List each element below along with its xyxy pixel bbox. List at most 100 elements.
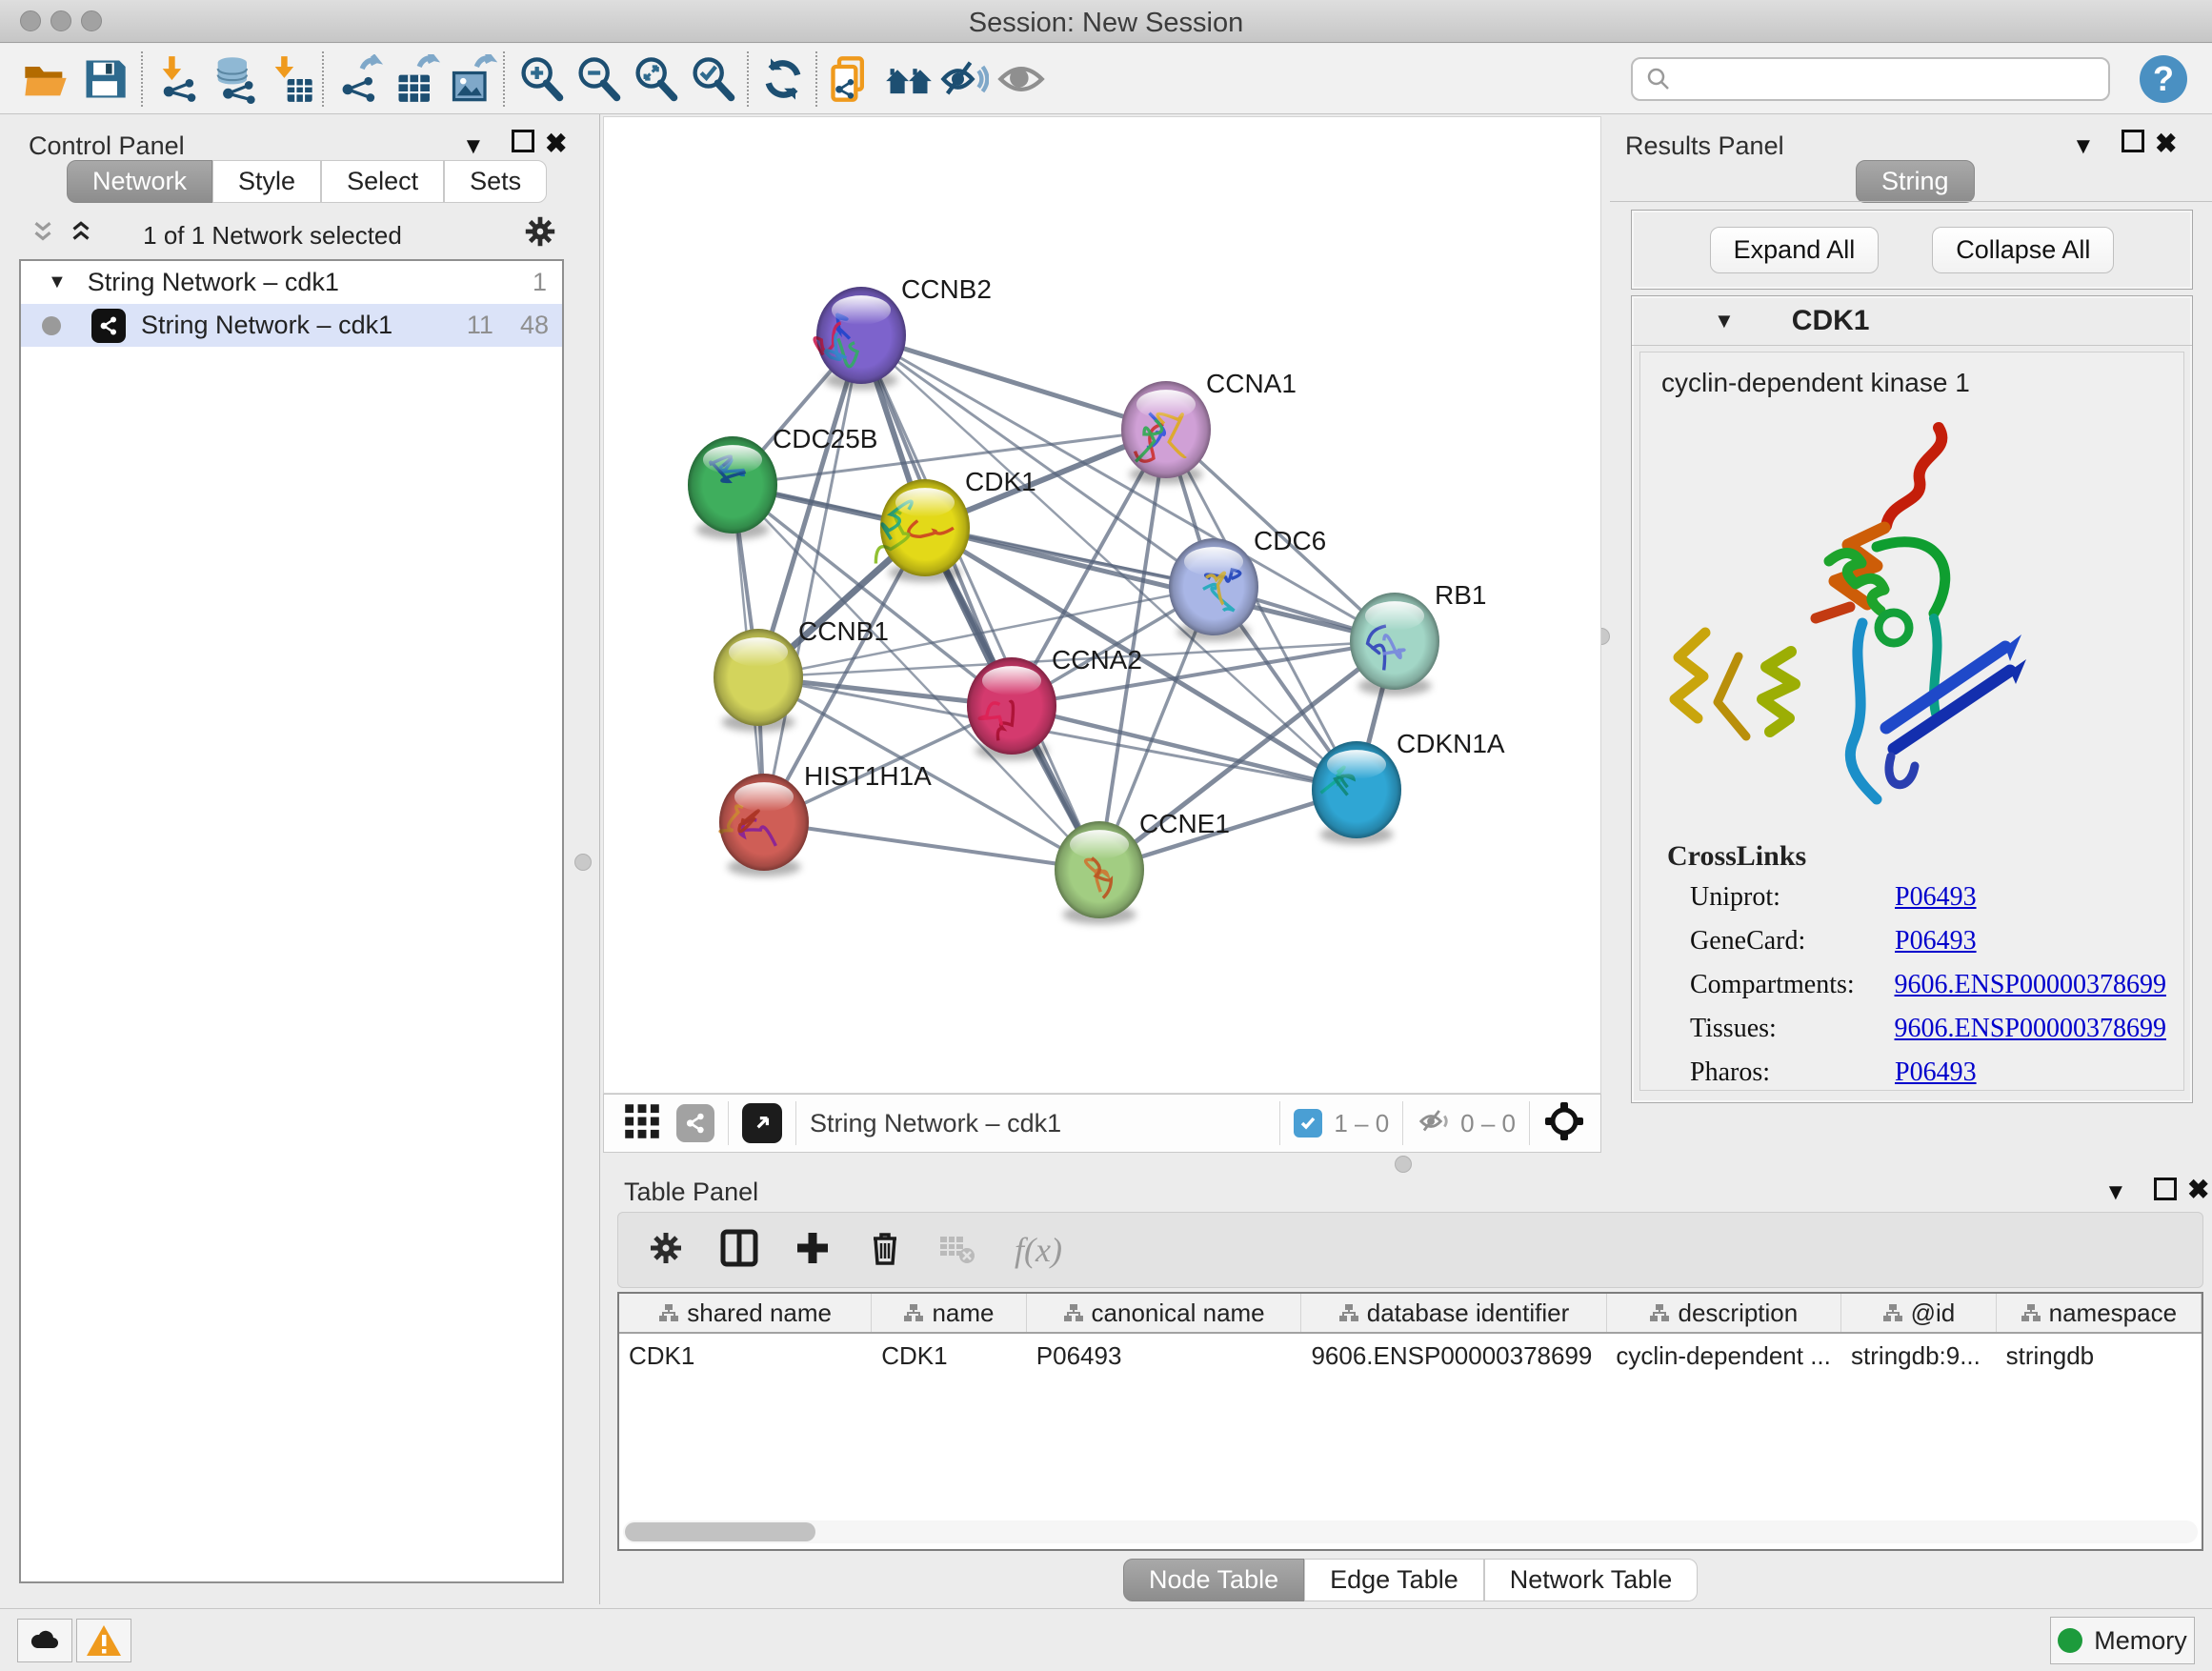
edge-CCNB2-CCNA1[interactable] bbox=[861, 335, 1166, 430]
selected-checkbox-icon[interactable] bbox=[1294, 1109, 1322, 1137]
table-cell[interactable]: 9606.ENSP00000378699 bbox=[1301, 1334, 1606, 1378]
import-network-database-icon[interactable] bbox=[210, 54, 259, 104]
crosslink-label: Compartments: bbox=[1690, 970, 1895, 1000]
export-image-icon[interactable] bbox=[448, 54, 497, 104]
save-session-icon[interactable] bbox=[80, 54, 130, 104]
control-panel-collapse-icon[interactable]: ▼ bbox=[462, 133, 485, 160]
table-scrollbar-thumb[interactable] bbox=[625, 1522, 815, 1541]
create-column-plus-icon[interactable] bbox=[794, 1229, 832, 1272]
show-columns-icon[interactable] bbox=[719, 1228, 759, 1273]
share-view-icon[interactable] bbox=[676, 1104, 714, 1142]
tab-network[interactable]: Network bbox=[67, 160, 212, 203]
table-panel-close-icon[interactable]: ✖ bbox=[2187, 1174, 2209, 1205]
expand-collapse-box: Expand All Collapse All bbox=[1631, 210, 2193, 290]
table-cell[interactable]: P06493 bbox=[1027, 1334, 1302, 1378]
tab-style[interactable]: Style bbox=[212, 160, 321, 203]
node-table-row[interactable]: CDK1CDK1P064939606.ENSP00000378699cyclin… bbox=[619, 1334, 2202, 1378]
column-header-namespace[interactable]: namespace bbox=[1997, 1294, 2202, 1332]
node-label-CCNB1: CCNB1 bbox=[798, 616, 889, 646]
column-header-canonical-name[interactable]: canonical name bbox=[1027, 1294, 1302, 1332]
node-RB1[interactable] bbox=[1350, 593, 1439, 695]
birdseye-view-icon[interactable] bbox=[742, 1103, 782, 1143]
results-panel-close-icon[interactable]: ✖ bbox=[2155, 128, 2177, 159]
zoom-out-icon[interactable] bbox=[573, 54, 623, 104]
hidden-eye-icon[interactable] bbox=[1417, 1103, 1453, 1144]
help-button[interactable]: ? bbox=[2140, 55, 2187, 103]
node-CDC25B[interactable] bbox=[688, 436, 777, 539]
network-options-gear-icon[interactable] bbox=[522, 213, 558, 254]
refresh-icon[interactable] bbox=[758, 54, 808, 104]
protein-network-graph[interactable]: CCNB2CCNA1CDC25BCDK1CDC6RB1CCNB1CCNA2CDK… bbox=[604, 117, 1600, 1093]
table-panel-float-icon[interactable] bbox=[2154, 1178, 2177, 1200]
open-session-icon[interactable] bbox=[21, 54, 70, 104]
memory-button[interactable]: Memory bbox=[2050, 1617, 2195, 1664]
crosslink-link[interactable]: 9606.ENSP00000378699 bbox=[1895, 970, 2166, 1000]
tree-expand-icon[interactable]: ▼ bbox=[48, 272, 67, 293]
table-panel-collapse-icon[interactable]: ▼ bbox=[2104, 1179, 2127, 1206]
tab-select[interactable]: Select bbox=[321, 160, 444, 203]
delete-column-trash-icon[interactable] bbox=[866, 1229, 904, 1272]
warning-status-button[interactable] bbox=[76, 1619, 131, 1662]
control-panel-close-icon[interactable]: ✖ bbox=[545, 128, 567, 159]
crosslink-link[interactable]: P06493 bbox=[1895, 1057, 1977, 1088]
zoom-in-icon[interactable] bbox=[516, 54, 566, 104]
export-network-icon[interactable] bbox=[335, 54, 385, 104]
table-cell[interactable]: stringdb:9... bbox=[1841, 1334, 1997, 1378]
control-panel-float-icon[interactable] bbox=[512, 130, 534, 152]
node-CDC6[interactable] bbox=[1169, 538, 1258, 641]
column-header-description[interactable]: description bbox=[1607, 1294, 1842, 1332]
table-cell[interactable]: stringdb bbox=[1997, 1334, 2202, 1378]
network-row-selected[interactable]: String Network – cdk1 11 48 bbox=[21, 304, 562, 347]
node-HIST1H1A[interactable] bbox=[719, 774, 809, 876]
left-splitter-handle[interactable] bbox=[574, 854, 592, 871]
table-cell[interactable]: CDK1 bbox=[619, 1334, 872, 1378]
node-CCNA1[interactable] bbox=[1121, 381, 1211, 484]
crosslinks-list: Uniprot:P06493GeneCard:P06493Compartment… bbox=[1690, 882, 2166, 1101]
hide-selected-eye-icon[interactable] bbox=[939, 54, 989, 104]
table-cell[interactable]: CDK1 bbox=[872, 1334, 1027, 1378]
duplicate-network-icon[interactable] bbox=[827, 54, 876, 104]
tab-node-table[interactable]: Node Table bbox=[1123, 1559, 1304, 1601]
network-collection-row[interactable]: ▼ String Network – cdk1 1 bbox=[21, 261, 562, 304]
crosslink-link[interactable]: P06493 bbox=[1895, 926, 1977, 956]
column-header-name[interactable]: name bbox=[872, 1294, 1026, 1332]
tab-network-table[interactable]: Network Table bbox=[1484, 1559, 1699, 1601]
grid-view-icon[interactable] bbox=[623, 1102, 661, 1145]
move-target-icon[interactable] bbox=[1543, 1100, 1585, 1147]
table-settings-gear-icon[interactable] bbox=[647, 1229, 685, 1272]
zoom-fit-icon[interactable] bbox=[631, 54, 680, 104]
node-CCNE1[interactable] bbox=[1055, 821, 1144, 924]
column-header--id[interactable]: @id bbox=[1841, 1294, 1996, 1332]
column-header-shared-name[interactable]: shared name bbox=[619, 1294, 872, 1332]
network-view-canvas[interactable]: CCNB2CCNA1CDC25BCDK1CDC6RB1CCNB1CCNA2CDK… bbox=[603, 116, 1601, 1094]
show-all-eye-icon[interactable] bbox=[996, 54, 1046, 104]
edge-HIST1H1A-CCNE1[interactable] bbox=[764, 822, 1099, 870]
crosslink-link[interactable]: P06493 bbox=[1895, 882, 1977, 913]
tab-sets[interactable]: Sets bbox=[444, 160, 547, 203]
cloud-status-button[interactable] bbox=[17, 1619, 72, 1662]
column-header-database-identifier[interactable]: database identifier bbox=[1301, 1294, 1606, 1332]
edge-CCNB2-HIST1H1A[interactable] bbox=[764, 335, 861, 822]
gene-collapse-icon[interactable]: ▼ bbox=[1714, 309, 1735, 333]
results-panel-collapse-icon[interactable]: ▼ bbox=[2072, 133, 2095, 160]
import-network-file-icon[interactable] bbox=[154, 54, 204, 104]
node-table[interactable]: shared namenamecanonical namedatabase id… bbox=[617, 1292, 2203, 1551]
expand-all-button[interactable]: Expand All bbox=[1710, 227, 1880, 273]
crosslink-link[interactable]: 9606.ENSP00000378699 bbox=[1895, 1014, 2166, 1044]
import-table-icon[interactable] bbox=[267, 54, 316, 104]
tab-edge-table[interactable]: Edge Table bbox=[1304, 1559, 1484, 1601]
home-icon[interactable] bbox=[884, 54, 934, 104]
table-cell[interactable]: cyclin-dependent ... bbox=[1606, 1334, 1841, 1378]
search-field[interactable] bbox=[1631, 57, 2110, 101]
horizontal-splitter-handle[interactable] bbox=[1395, 1156, 1412, 1173]
zoom-selected-icon[interactable] bbox=[688, 54, 737, 104]
tab-string[interactable]: String bbox=[1856, 160, 1975, 203]
export-table-icon[interactable] bbox=[392, 54, 442, 104]
network-view-toolbar: String Network – cdk1 1 – 0 0 – 0 bbox=[603, 1094, 1601, 1153]
table-horizontal-scrollbar[interactable] bbox=[623, 1520, 2198, 1543]
collapse-all-button[interactable]: Collapse All bbox=[1932, 227, 2114, 273]
results-panel-float-icon[interactable] bbox=[2122, 130, 2144, 152]
node-CCNB1[interactable] bbox=[714, 629, 803, 732]
search-input[interactable] bbox=[1673, 65, 2082, 94]
node-CDKN1A[interactable] bbox=[1312, 741, 1401, 844]
